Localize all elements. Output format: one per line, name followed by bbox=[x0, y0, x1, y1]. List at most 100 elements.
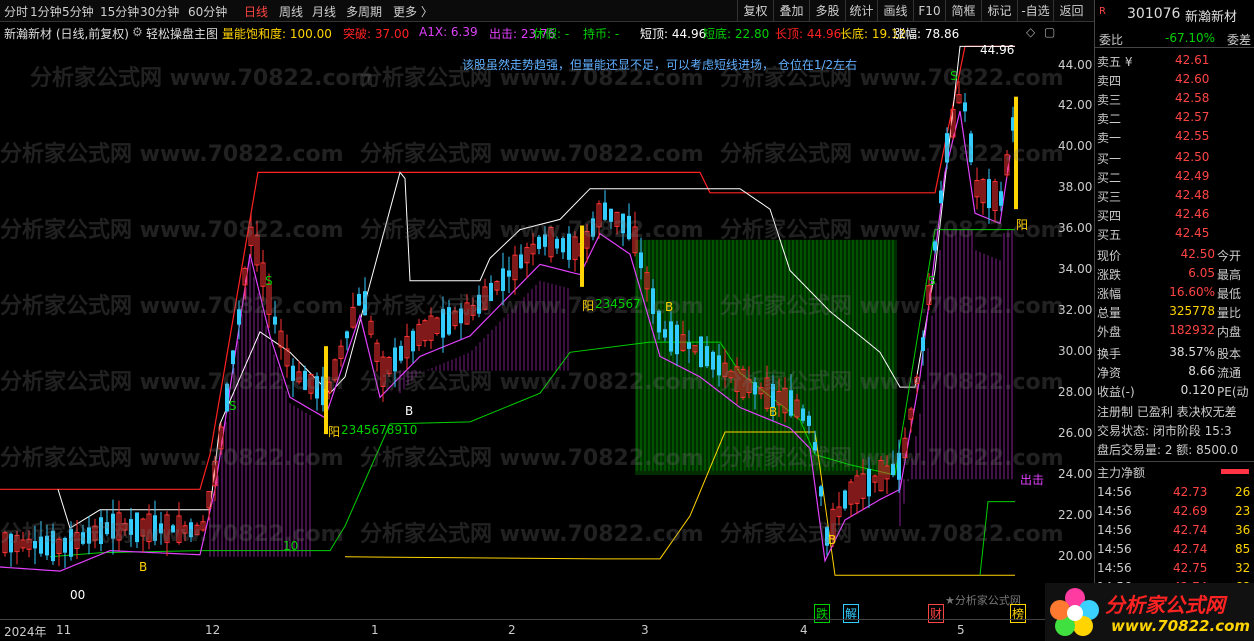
price-tick: 40.00 bbox=[1058, 139, 1093, 153]
logo-url: www.70822.com bbox=[1111, 617, 1251, 635]
stat-label: 收益(-) bbox=[1097, 385, 1135, 399]
quote-extra-label: 最低 bbox=[1217, 287, 1242, 301]
bid-label: 买一 bbox=[1097, 152, 1122, 166]
toolbar-button[interactable]: 返回 bbox=[1053, 0, 1089, 22]
toolbar-button[interactable]: 标记 bbox=[981, 0, 1017, 22]
price-tick: 44.00 bbox=[1058, 58, 1093, 72]
buy-signal: B bbox=[139, 560, 148, 574]
yang-label: 阳 bbox=[1016, 218, 1029, 232]
quote-value: 182932 bbox=[1169, 323, 1215, 337]
quote-row: 总量 325778 量比 bbox=[1095, 302, 1254, 321]
price-tick: 20.00 bbox=[1058, 549, 1093, 563]
stat-extra-label: 股本 bbox=[1217, 347, 1242, 361]
indicator-value: 短底: 22.80 bbox=[703, 27, 770, 41]
time-tick: 2 bbox=[508, 623, 516, 637]
tab-period[interactable]: 月线 bbox=[312, 3, 336, 20]
tick-volume: 32 bbox=[1235, 561, 1251, 575]
time-tick: 3 bbox=[641, 623, 649, 637]
formula-name[interactable]: 轻松操盘主图 bbox=[146, 25, 218, 42]
yang-label: 阳 bbox=[328, 425, 341, 439]
bid-price: 42.50 bbox=[1175, 150, 1210, 164]
tick-row: 14:56 42.75 32 bbox=[1095, 559, 1254, 578]
tick-price: 42.69 bbox=[1173, 504, 1208, 518]
weibi-value: -67.10% bbox=[1165, 31, 1216, 45]
ask-row: 卖五 ¥ 42.61 bbox=[1095, 51, 1254, 70]
ask-row: 卖一 42.55 bbox=[1095, 127, 1254, 146]
tick-price: 42.75 bbox=[1173, 561, 1208, 575]
indicator-value: 持币: - bbox=[583, 27, 620, 41]
tab-period[interactable]: 60分钟 bbox=[188, 3, 227, 20]
diamond-icon[interactable]: ◇ bbox=[1026, 25, 1035, 39]
quote-panel: R 301076 新瀚新材 委比 -67.10% 委差 卖五 ¥ 42.61 卖四 4… bbox=[1045, 0, 1254, 641]
tick-time: 14:56 bbox=[1097, 485, 1132, 499]
toolbar-button[interactable]: 简框 bbox=[945, 0, 981, 22]
tab-period[interactable]: 5分钟 bbox=[62, 3, 94, 20]
tab-period[interactable]: 周线 bbox=[279, 3, 303, 20]
time-tick: 5 bbox=[957, 623, 965, 637]
indicator-bar: 新瀚新材 (日线,前复权) ⚙ 轻松操盘主图 量能饱和度: 100.00 突破: … bbox=[0, 23, 1094, 41]
tab-period[interactable]: 更多 〉 bbox=[393, 3, 433, 20]
ask-label: 卖二 bbox=[1097, 112, 1122, 126]
stat-value: 0.120 bbox=[1180, 383, 1215, 397]
toolbar-button[interactable]: 叠加 bbox=[773, 0, 809, 22]
net-flow-bar bbox=[1221, 469, 1249, 474]
tick-price: 42.74 bbox=[1173, 542, 1208, 556]
indicator-value: 长顶: 44.96 bbox=[775, 27, 842, 41]
buy-signal: B bbox=[828, 533, 837, 547]
stat-value: 8.66 bbox=[1188, 364, 1215, 378]
quote-extra-label: 内盘 bbox=[1217, 325, 1242, 339]
stat-extra-label: PE(动 bbox=[1217, 385, 1249, 399]
tab-period[interactable]: 15分钟 bbox=[100, 3, 139, 20]
tab-period[interactable]: 1分钟 bbox=[30, 3, 62, 20]
ask-price: 42.60 bbox=[1175, 72, 1210, 86]
buy-signal: B bbox=[405, 404, 414, 418]
price-tick: 30.00 bbox=[1058, 344, 1093, 358]
logo: 分析家公式网 www.70822.com bbox=[1045, 583, 1254, 641]
kline-chart[interactable] bbox=[0, 41, 1094, 619]
toolbar-button[interactable]: 统计 bbox=[845, 0, 877, 22]
quote-value: 16.60% bbox=[1169, 285, 1215, 299]
copy-icon[interactable]: ▢ bbox=[1044, 25, 1055, 39]
bid-label: 买二 bbox=[1097, 171, 1122, 185]
quote-extra-label: 量比 bbox=[1217, 306, 1242, 320]
time-axis: 2024年 11 12 1 2 3 4 5 bbox=[0, 619, 1094, 641]
quote-label: 总量 bbox=[1097, 306, 1122, 320]
chuji-label: 出击 bbox=[1020, 473, 1045, 487]
stat-value: 38.57% bbox=[1169, 345, 1215, 359]
tick-volume: 36 bbox=[1235, 523, 1251, 537]
toolbar-button[interactable]: F10 bbox=[913, 0, 945, 22]
toolbar-button[interactable]: -自选 bbox=[1017, 0, 1053, 22]
tab-period[interactable]: 日线 bbox=[244, 3, 268, 20]
stock-name: 新瀚新材 bbox=[1185, 10, 1238, 25]
toolbar-button[interactable]: 多股 bbox=[809, 0, 845, 22]
bid-label: 买三 bbox=[1097, 190, 1122, 204]
quote-extra-label: 今开 bbox=[1217, 249, 1242, 263]
tab-period[interactable]: 分时 bbox=[4, 3, 28, 20]
trade-status: 交易状态: 闭市阶段 15:3 bbox=[1097, 424, 1232, 438]
tab-period[interactable]: 多周期 bbox=[346, 3, 382, 20]
quote-extra-label: 最高 bbox=[1217, 268, 1242, 282]
bid-row: 买三 42.48 bbox=[1095, 186, 1254, 205]
ask-label: 卖四 bbox=[1097, 74, 1122, 88]
weicha-label: 委差 bbox=[1227, 33, 1252, 47]
flags-row: 注册制 已盈利 表决权无差 bbox=[1097, 405, 1237, 419]
quote-value: 42.50 bbox=[1180, 247, 1215, 261]
toolbar-button[interactable]: 复权 bbox=[737, 0, 773, 22]
ask-row: 卖二 42.57 bbox=[1095, 108, 1254, 127]
quote-row: 现价 42.50 今开 bbox=[1095, 245, 1254, 264]
bid-price: 42.49 bbox=[1175, 169, 1210, 183]
time-tick: 4 bbox=[800, 623, 808, 637]
ask-price: 42.61 bbox=[1175, 53, 1210, 67]
gear-icon[interactable]: ⚙ bbox=[132, 25, 143, 39]
stock-code: 301076 bbox=[1127, 6, 1181, 22]
toolbar-button[interactable]: 画线 bbox=[877, 0, 913, 22]
tab-period[interactable]: 30分钟 bbox=[140, 3, 179, 20]
strategy-annotation: 该股虽然走势趋强，但量能还显不足，可以考虑短线进场， 仓位在1/2左右 bbox=[462, 58, 858, 72]
time-tick: 2024年 bbox=[4, 625, 47, 639]
indicator-value: 涨幅: 78.86 bbox=[893, 27, 960, 41]
top-price-label: 44.96 bbox=[980, 43, 1015, 57]
quote-label: 涨幅 bbox=[1097, 287, 1122, 301]
bid-row: 买二 42.49 bbox=[1095, 167, 1254, 186]
ask-label: 卖一 bbox=[1097, 131, 1122, 145]
ask-price: 42.57 bbox=[1175, 110, 1210, 124]
